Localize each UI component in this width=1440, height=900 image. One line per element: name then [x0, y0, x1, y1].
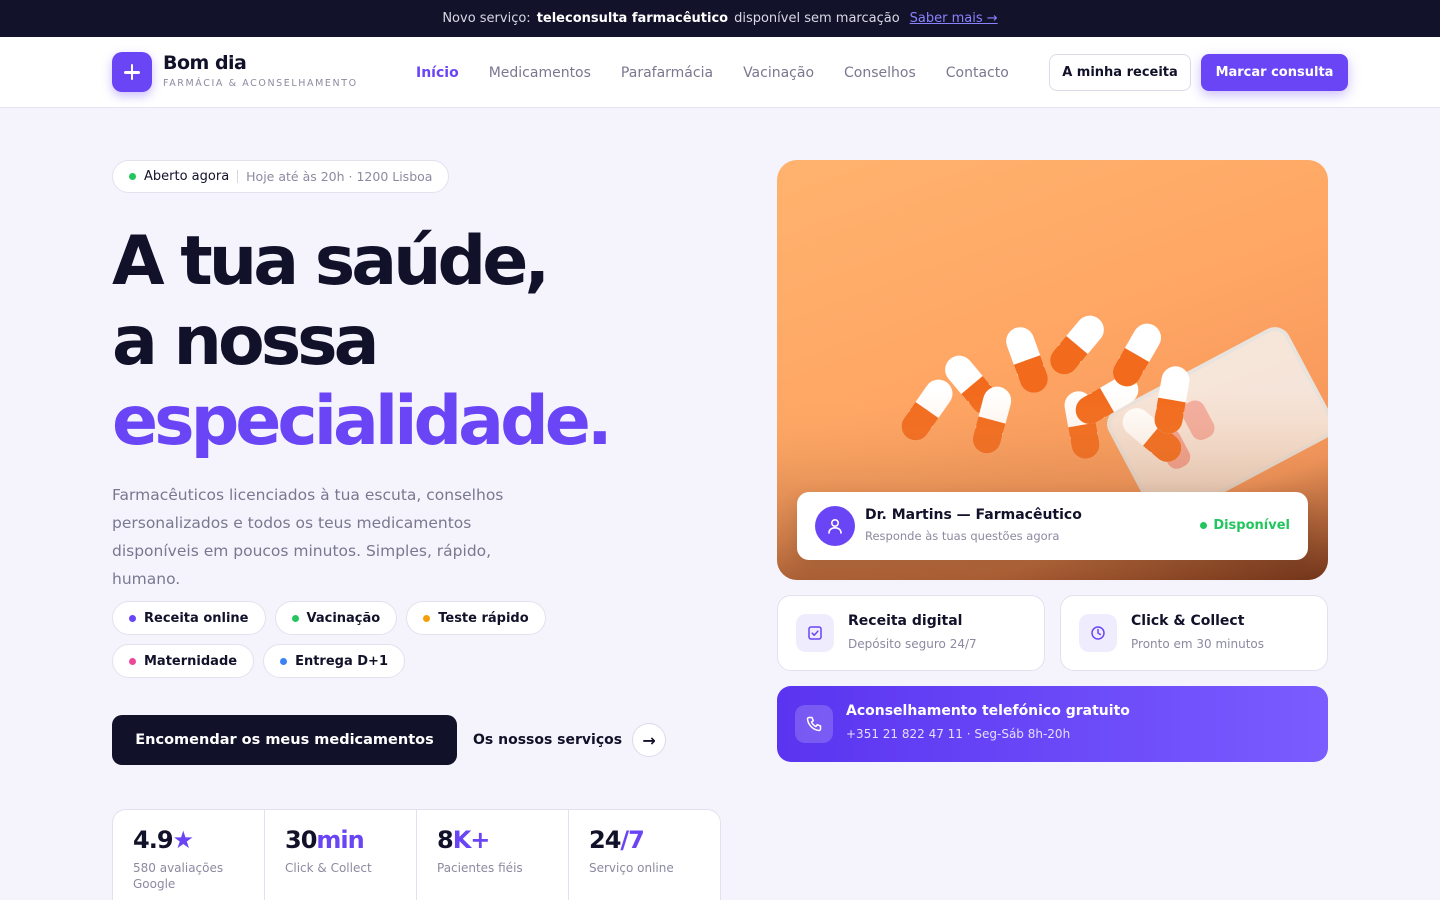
tag-dot-icon	[291, 614, 299, 622]
nav-item-inicio[interactable]: Início	[416, 65, 459, 81]
pharmacist-name: Dr. Martins — Farmacêutico	[865, 507, 1082, 523]
nav-item-parafarmacia[interactable]: Parafarmácia	[621, 65, 713, 81]
tag-dot-icon	[423, 614, 431, 622]
arrow-right-icon[interactable]: →	[632, 723, 667, 757]
tag-label: Receita online	[144, 610, 249, 626]
status-label: Aberto agora	[144, 169, 230, 184]
nav-item-contacto[interactable]: Contacto	[946, 65, 1009, 81]
stat-value: 30	[285, 826, 317, 854]
stats-panel: 4.9★ 580 avaliações Google 30min Click &…	[112, 809, 721, 900]
tag-dot-icon	[280, 657, 288, 665]
status-dot-icon	[129, 173, 136, 180]
announcement-suffix: disponível sem marcação	[734, 11, 900, 26]
tag-receita-online[interactable]: Receita online	[112, 601, 266, 635]
pharmacist-subtitle: Responde às tuas questões agora	[865, 529, 1060, 543]
phone-icon	[795, 705, 833, 743]
hero-title-accent: especialidade.	[112, 382, 613, 461]
stat-label: Pacientes fiéis	[437, 861, 523, 875]
tag-teste-rapido[interactable]: Teste rápido	[406, 601, 546, 635]
stat-unit: min	[316, 826, 364, 854]
stat-label: 580 avaliações Google	[133, 861, 224, 891]
book-consultation-button[interactable]: Marcar consulta	[1201, 54, 1348, 91]
card-subtitle: Depósito seguro 24/7	[848, 637, 977, 651]
card-subtitle: Pronto em 30 minutos	[1131, 637, 1265, 651]
tag-label: Vacinação	[306, 610, 381, 626]
brand-name[interactable]: Bom dia	[163, 52, 247, 74]
brand-subtitle: FARMÁCIA & ACONSELHAMENTO	[163, 78, 358, 89]
stat-value: 4.9	[133, 826, 174, 854]
stat-unit: K+	[452, 826, 491, 854]
main-nav: Início Medicamentos Parafarmácia Vacinaç…	[416, 37, 1009, 108]
click-collect-card[interactable]: Click & Collect Pronto em 30 minutos	[1060, 595, 1328, 671]
phone-subtitle: +351 21 822 47 11 · Seg-Sáb 8h-20h	[846, 727, 1071, 741]
hero-title-line2: a nossa	[112, 302, 380, 381]
card-title: Click & Collect	[1131, 613, 1245, 629]
our-services-link[interactable]: Os nossos serviços →	[473, 723, 667, 757]
stat-unit: /7	[620, 826, 644, 854]
user-icon	[815, 506, 855, 546]
status-dot-icon	[1200, 522, 1208, 529]
tag-label: Maternidade	[144, 653, 238, 669]
stat-online-service: 24/7 Serviço online	[569, 810, 720, 900]
announcement-bar: Novo serviço: teleconsulta farmacêutico …	[0, 0, 1440, 37]
hero-lead: Farmacêuticos licenciados à tua escuta, …	[112, 486, 504, 588]
site-header: Bom dia FARMÁCIA & ACONSELHAMENTO Início…	[0, 37, 1440, 108]
hero-title: A tua saúde, a nossa especialidade.	[112, 222, 613, 462]
availability-status: Disponível	[1200, 518, 1290, 533]
open-status-pill: Aberto agora Hoje até às 20h · 1200 Lisb…	[112, 160, 450, 193]
stat-patients: 8K+ Pacientes fiéis	[417, 810, 569, 900]
status-divider	[237, 170, 239, 183]
clock-icon	[1079, 614, 1117, 652]
status-detail: Hoje até às 20h · 1200 Lisboa	[246, 169, 433, 184]
card-title: Receita digital	[848, 613, 963, 629]
stat-value: 24	[589, 826, 621, 854]
tag-dot-icon	[129, 657, 136, 665]
tag-label: Entrega D+1	[295, 653, 388, 669]
tag-maternidade[interactable]: Maternidade	[112, 644, 255, 678]
star-icon: ★	[172, 826, 194, 854]
our-services-label: Os nossos serviços	[473, 732, 623, 748]
pharmacist-card[interactable]: Dr. Martins — Farmacêutico Responde às t…	[797, 492, 1308, 560]
stat-click-collect: 30min Click & Collect	[265, 810, 417, 900]
stat-label: Serviço online	[589, 861, 674, 875]
stat-label: Click & Collect	[285, 861, 372, 875]
service-tags: Receita online Vacinação Teste rápido Ma…	[112, 601, 652, 678]
nav-item-medicamentos[interactable]: Medicamentos	[489, 65, 591, 81]
announcement-link[interactable]: Saber mais →	[910, 11, 998, 26]
nav-item-vacinacao[interactable]: Vacinação	[743, 65, 814, 81]
tag-vacinacao[interactable]: Vacinação	[274, 601, 398, 635]
my-prescription-button[interactable]: A minha receita	[1049, 54, 1191, 91]
nav-item-conselhos[interactable]: Conselhos	[844, 65, 916, 81]
availability-label: Disponível	[1213, 518, 1290, 533]
announcement-highlight: teleconsulta farmacêutico	[536, 11, 729, 26]
stat-rating: 4.9★ 580 avaliações Google	[113, 810, 265, 900]
check-square-icon	[796, 614, 834, 652]
order-medications-button[interactable]: Encomendar os meus medicamentos	[112, 715, 457, 765]
hero-title-line1: A tua saúde,	[112, 222, 550, 301]
tag-dot-icon	[129, 614, 136, 622]
announcement-prefix: Novo serviço:	[442, 11, 531, 26]
phone-title: Aconselhamento telefónico gratuito	[846, 703, 1130, 719]
digital-prescription-card[interactable]: Receita digital Depósito seguro 24/7	[777, 595, 1045, 671]
stat-value: 8	[437, 826, 454, 854]
phone-advice-card[interactable]: Aconselhamento telefónico gratuito +351 …	[777, 686, 1328, 762]
tag-entrega[interactable]: Entrega D+1	[263, 644, 405, 678]
plus-logo-icon[interactable]	[112, 52, 152, 92]
tag-label: Teste rápido	[438, 610, 529, 626]
